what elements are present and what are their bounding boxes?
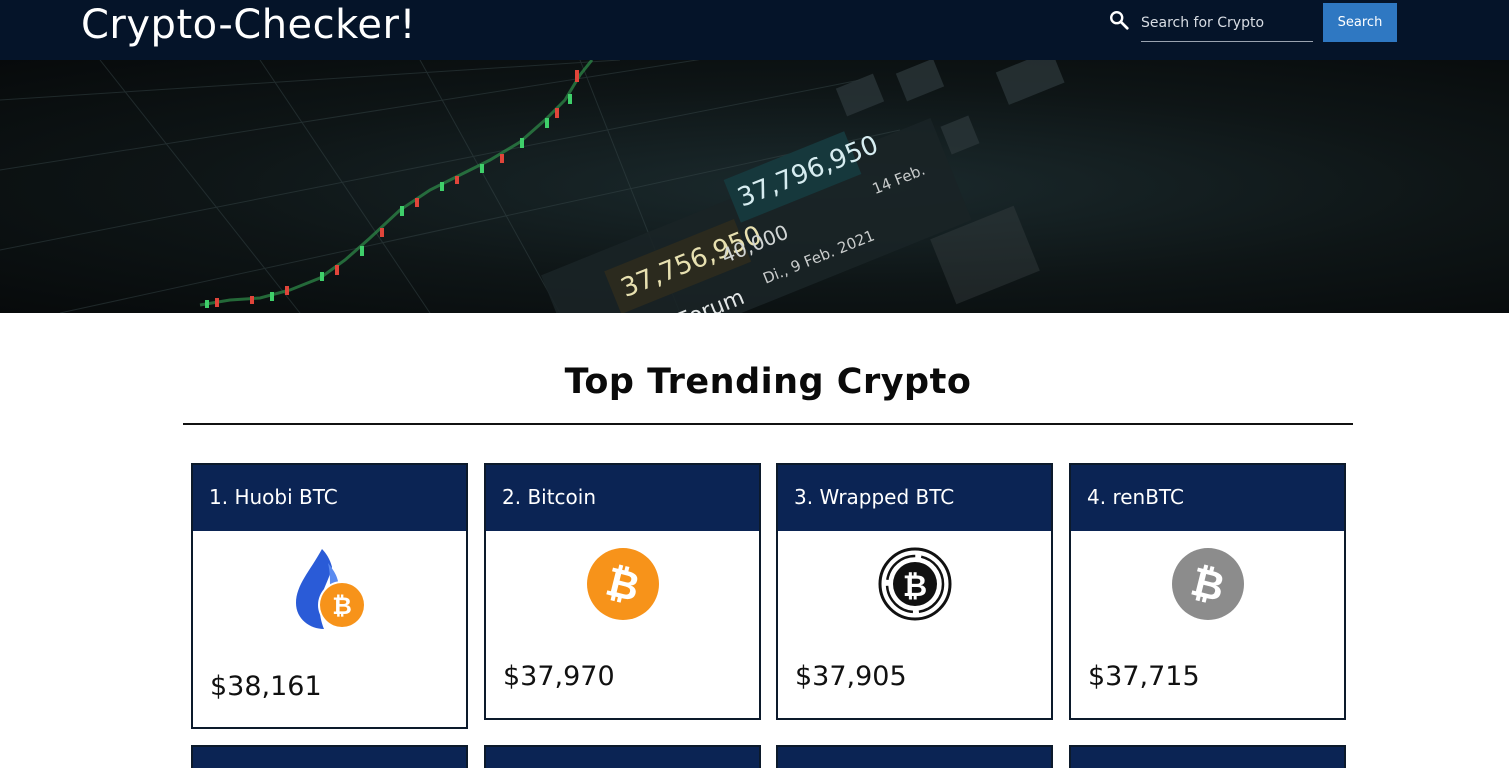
card-price: $37,970 — [503, 661, 615, 692]
card-price: $37,905 — [795, 661, 907, 692]
navbar: Crypto-Checker! Search — [0, 0, 1509, 60]
search-button[interactable]: Search — [1323, 3, 1397, 42]
crypto-card-next[interactable] — [1069, 745, 1346, 768]
search-icon[interactable] — [1108, 9, 1130, 31]
card-price: $38,161 — [210, 671, 322, 702]
svg-text:₿: ₿ — [902, 569, 926, 604]
wrapped-btc-icon: ₿ — [878, 547, 951, 621]
crypto-card-next[interactable] — [776, 745, 1053, 768]
search-input[interactable] — [1141, 4, 1313, 42]
brand-title[interactable]: Crypto-Checker! — [81, 0, 416, 50]
card-price: $37,715 — [1088, 661, 1200, 692]
svg-text:₿: ₿ — [332, 592, 352, 620]
section-title: Top Trending Crypto — [564, 362, 972, 402]
crypto-card[interactable]: 1. Huobi BTC ₿ $38,161 — [191, 463, 468, 729]
renbtc-icon: ₿ — [1171, 548, 1244, 620]
card-title[interactable]: 2. Bitcoin — [486, 465, 759, 531]
bitcoin-icon: ₿ — [586, 548, 659, 620]
huobi-btc-icon: ₿ — [295, 549, 366, 629]
crypto-card-next[interactable] — [191, 745, 468, 768]
card-title[interactable]: 1. Huobi BTC — [193, 465, 466, 531]
crypto-card[interactable]: 2. Bitcoin ₿ $37,970 — [484, 463, 761, 720]
card-title[interactable]: 4. renBTC — [1071, 465, 1344, 531]
crypto-card[interactable]: 3. Wrapped BTC ₿ $37,905 — [776, 463, 1053, 720]
card-title[interactable]: 3. Wrapped BTC — [778, 465, 1051, 531]
crypto-card-next[interactable] — [484, 745, 761, 768]
hero-banner: 37,756,950 37,796,950 40,000 Di., 9 Feb.… — [0, 60, 1509, 313]
title-divider — [183, 423, 1353, 425]
crypto-card[interactable]: 4. renBTC ₿ $37,715 — [1069, 463, 1346, 720]
candlestick-line — [199, 60, 594, 308]
trading-chart-photo: 37,756,950 37,796,950 40,000 Di., 9 Feb.… — [0, 60, 1065, 313]
